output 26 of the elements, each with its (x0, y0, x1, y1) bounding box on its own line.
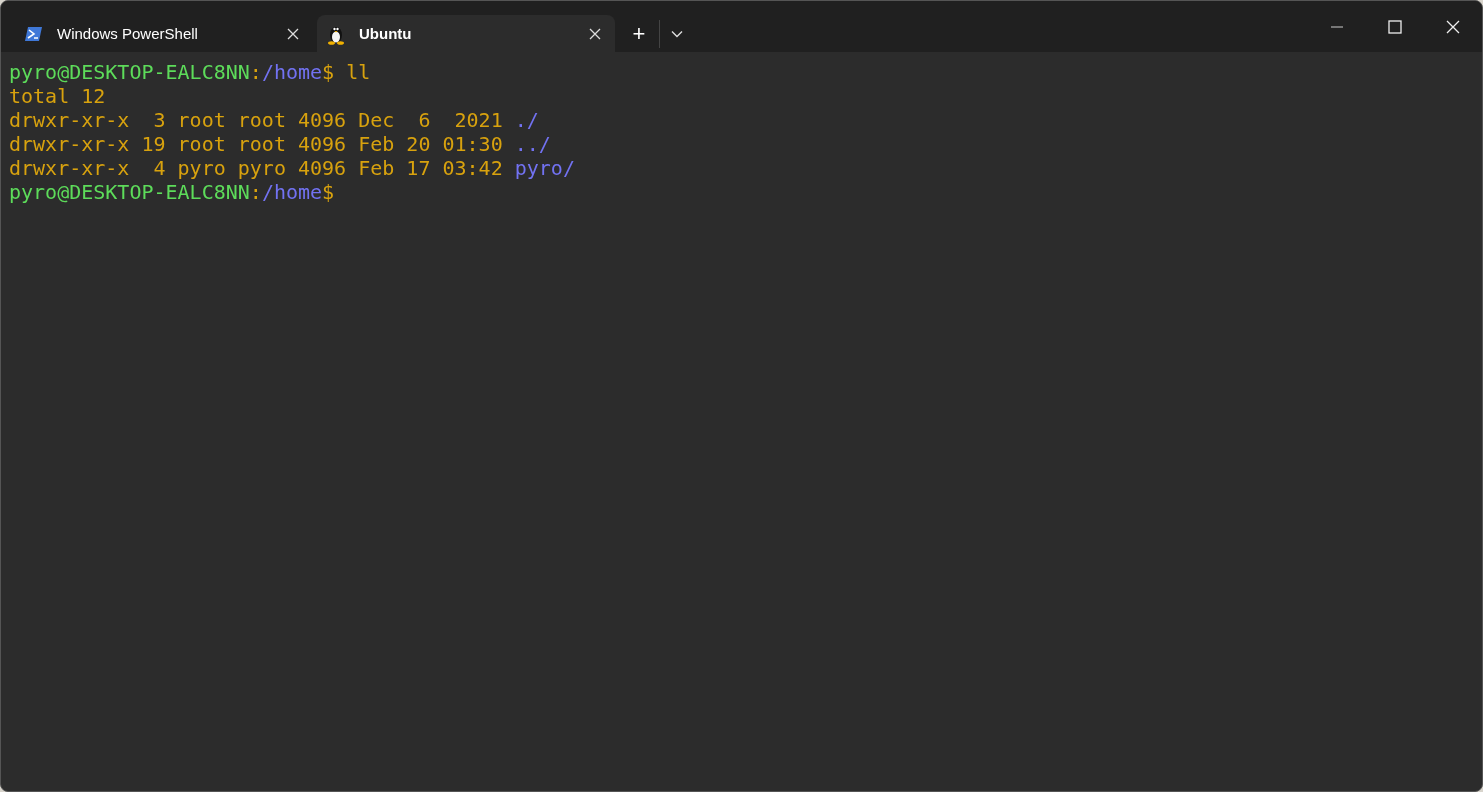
tab-label: Windows PowerShell (57, 25, 199, 42)
close-icon[interactable] (1446, 20, 1460, 34)
terminal-text: drwxr-xr-x 19 root root 4096 Feb 20 01:30 (9, 132, 504, 156)
terminal-text: ./ (514, 108, 539, 132)
terminal-text: : (249, 60, 262, 84)
terminal-text: : (249, 180, 262, 204)
terminal-text: pyro/ (514, 156, 575, 180)
terminal-text: total 12 (9, 84, 106, 108)
terminal-prompt-icon (25, 25, 43, 42)
terminal-text: pyro@DESKTOP-EALC8NN (9, 180, 250, 204)
close-tab-icon[interactable] (589, 27, 601, 40)
terminal-text: $ (322, 180, 335, 204)
maximize-icon[interactable] (1388, 20, 1402, 34)
terminal-text: /home (261, 60, 323, 84)
new-tab-button[interactable]: + (619, 20, 659, 47)
terminal-text: $ ll (322, 60, 371, 84)
terminal-text: pyro@DESKTOP-EALC8NN (9, 60, 250, 84)
terminal-text: drwxr-xr-x 4 pyro pyro 4096 Feb 17 03:42 (9, 156, 504, 180)
terminal-text: drwxr-xr-x 3 root root 4096 Dec 6 2021 (9, 108, 504, 132)
tab[interactable]: Ubuntu (317, 15, 615, 52)
close-tab-icon[interactable] (287, 27, 299, 40)
terminal-text: ../ (514, 132, 551, 156)
terminal-text: /home (261, 180, 323, 204)
chevron-down-icon[interactable] (671, 29, 683, 38)
tab-label: Ubuntu (359, 25, 413, 42)
tab[interactable]: Windows PowerShell (15, 15, 313, 52)
